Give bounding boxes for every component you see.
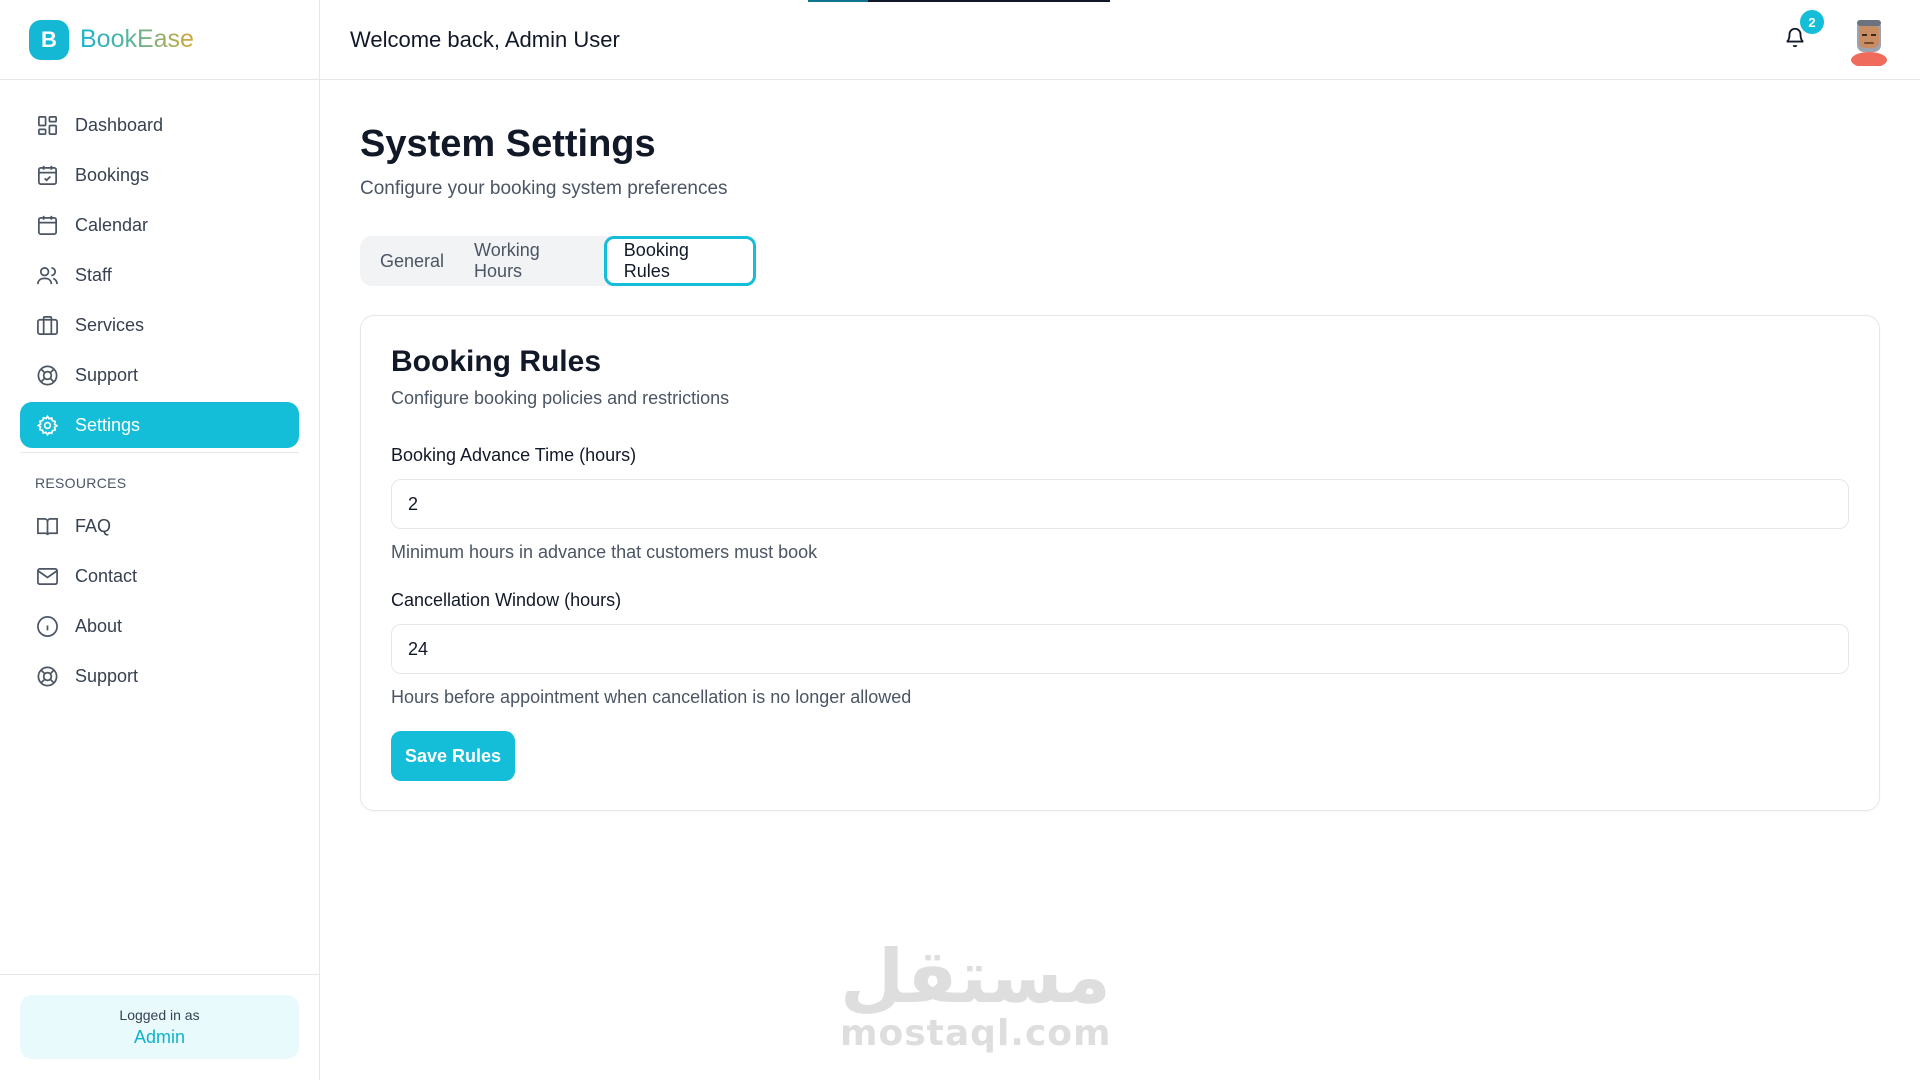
sidebar-item-about[interactable]: About <box>20 603 299 649</box>
card-title: Booking Rules <box>391 345 602 378</box>
sidebar-item-faq[interactable]: FAQ <box>20 503 299 549</box>
advance-time-label: Booking Advance Time (hours) <box>391 445 637 465</box>
sidebar-item-label: Support <box>75 665 139 686</box>
booking-rules-card: Booking Rules Configure booking policies… <box>360 315 1880 811</box>
resources-nav: FAQ Contact About Support <box>0 503 319 699</box>
tab-booking-rules[interactable]: Booking Rules <box>603 236 756 286</box>
mail-icon <box>35 564 59 588</box>
logged-in-card: Logged in as Admin <box>20 995 299 1059</box>
sidebar-nav: Dashboard Bookings Calendar Staff Servic… <box>0 80 319 448</box>
logged-in-label: Logged in as <box>119 1007 200 1023</box>
dashboard-icon <box>35 113 59 137</box>
brand-name: BookEase <box>80 25 194 53</box>
save-rules-button[interactable]: Save Rules <box>391 731 515 781</box>
cancellation-window-help: Hours before appointment when cancellati… <box>391 687 912 707</box>
main-content: System Settings Configure your booking s… <box>320 81 1920 1080</box>
info-icon <box>35 614 59 638</box>
sidebar-item-support-resources[interactable]: Support <box>20 653 299 699</box>
brand-logo: B <box>29 19 69 60</box>
card-subtitle: Configure booking policies and restricti… <box>391 388 730 408</box>
page-subtitle: Configure your booking system preference… <box>360 178 728 199</box>
sidebar-item-label: Calendar <box>75 214 149 235</box>
briefcase-icon <box>35 313 59 337</box>
cancellation-window-label: Cancellation Window (hours) <box>391 590 622 610</box>
sidebar-item-label: About <box>75 615 123 636</box>
advance-time-help: Minimum hours in advance that customers … <box>391 542 818 562</box>
advance-time-input[interactable] <box>391 479 1849 529</box>
notification-badge: 2 <box>1800 10 1824 34</box>
sidebar-item-staff[interactable]: Staff <box>20 252 299 298</box>
tab-working-hours[interactable]: Working Hours <box>459 240 604 281</box>
sidebar-item-contact[interactable]: Contact <box>20 553 299 599</box>
resources-heading: RESOURCES <box>35 475 127 491</box>
sidebar-item-label: Bookings <box>75 164 150 185</box>
sidebar-item-label: Dashboard <box>75 114 164 135</box>
tab-general[interactable]: General <box>365 241 459 281</box>
brand[interactable]: B BookEase <box>0 0 319 80</box>
calendar-icon <box>35 213 59 237</box>
lifebuoy-icon <box>35 363 59 387</box>
lifebuoy-icon <box>35 664 59 688</box>
book-open-icon <box>35 514 59 538</box>
bell-icon <box>1784 27 1806 52</box>
sidebar-item-label: Services <box>75 314 145 335</box>
sidebar-item-services[interactable]: Services <box>20 302 299 348</box>
sidebar: B BookEase Dashboard Bookings Calendar S… <box>0 0 320 1080</box>
calendar-check-icon <box>35 163 59 187</box>
page-title: System Settings <box>360 123 656 165</box>
sidebar-item-label: Contact <box>75 565 138 586</box>
settings-tabs: General Working Hours Booking Rules <box>360 236 756 286</box>
sidebar-footer: Logged in as Admin <box>0 974 319 1080</box>
sidebar-item-settings[interactable]: Settings <box>20 402 299 448</box>
sidebar-item-label: FAQ <box>75 515 112 536</box>
sidebar-item-label: Settings <box>75 414 141 435</box>
sidebar-item-calendar[interactable]: Calendar <box>20 202 299 248</box>
loading-bar <box>808 0 1110 2</box>
logged-in-user: Admin <box>133 1027 186 1047</box>
sidebar-item-dashboard[interactable]: Dashboard <box>20 102 299 148</box>
sidebar-item-bookings[interactable]: Bookings <box>20 152 299 198</box>
users-icon <box>35 263 59 287</box>
welcome-message: Welcome back, Admin User <box>350 27 620 52</box>
top-header: Welcome back, Admin User 2 <box>320 0 1920 80</box>
cancellation-window-input[interactable] <box>391 624 1849 674</box>
sidebar-item-support[interactable]: Support <box>20 352 299 398</box>
avatar[interactable] <box>1844 14 1894 68</box>
gear-icon <box>35 413 59 437</box>
sidebar-item-label: Support <box>75 364 139 385</box>
sidebar-item-label: Staff <box>75 264 112 285</box>
